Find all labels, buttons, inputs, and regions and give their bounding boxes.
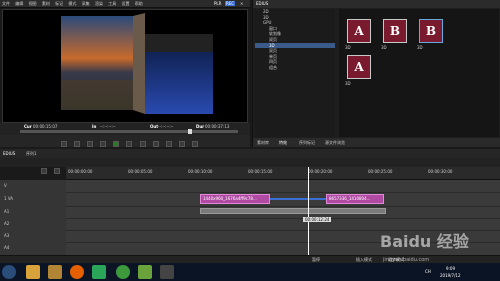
ruler-mark-0: 00:00:00:00 (68, 169, 93, 174)
audio-clip[interactable] (200, 208, 386, 214)
menu-help[interactable]: 帮助 (135, 1, 143, 6)
dur-timecode: 00:00:37:13 (205, 124, 230, 129)
export-button[interactable] (191, 141, 198, 147)
menu-tools[interactable]: 工具 (108, 1, 116, 6)
menu-file[interactable]: 文件 (2, 1, 10, 6)
rec-badge[interactable]: REC (225, 1, 236, 6)
scrub-handle[interactable] (188, 129, 192, 134)
prev-frame-button[interactable] (87, 141, 94, 147)
panel-tabs: 素材库 特效 序列标记 源文件浏览 (253, 138, 500, 147)
panel-title: EDIUS (256, 1, 269, 6)
loop-button[interactable] (152, 141, 159, 147)
fast-forward-button[interactable] (126, 141, 133, 147)
effect-thumb-c-label: 3D (417, 45, 423, 50)
undo-button[interactable] (41, 168, 47, 174)
playhead[interactable] (308, 167, 309, 255)
firefox-icon[interactable] (70, 265, 84, 279)
in-label: In (92, 124, 97, 129)
taskbar: 9:09 2019/7/12 CH (0, 263, 500, 281)
in-timecode: --:--:--:-- (100, 124, 116, 129)
plr-badge[interactable]: PLR (214, 1, 221, 6)
status-text: 暂停 (312, 257, 320, 262)
next-frame-button[interactable] (139, 141, 146, 147)
dur-label: Dur (196, 124, 205, 129)
insert-button[interactable] (165, 141, 172, 147)
effects-tree: 2D 3D GPU 窗口 软划像 双页 3D 双页 单页 四页 组合 (255, 9, 335, 137)
start-icon[interactable] (2, 265, 16, 279)
ruler-mark-4: 00:00:20:00 (308, 169, 333, 174)
ruler-mark-5: 00:00:25:00 (368, 169, 393, 174)
track-headers: V 1 VA A1 A2 A3 A4 (0, 180, 74, 262)
app-icon-3[interactable] (160, 265, 174, 279)
set-in-button[interactable] (61, 141, 67, 147)
scrub-bar[interactable] (20, 130, 238, 133)
timecode-tooltip: 00:00:12:24 (303, 217, 332, 222)
rewind-button[interactable] (100, 141, 107, 147)
transition-line[interactable] (270, 198, 326, 200)
taskbar-date: 2019/7/12 (440, 273, 461, 278)
tab-source-browser[interactable]: 源文件浏览 (325, 140, 345, 145)
menu-view[interactable]: 视图 (29, 1, 37, 6)
menu-items: 文件 编辑 视图 素材 标记 模式 采集 渲染 工具 设置 帮助 (2, 1, 147, 6)
ruler-mark-3: 00:00:15:00 (248, 169, 273, 174)
timecode-bar: Cur 00:00:15:07 In --:--:--:-- Out --:--… (0, 123, 250, 135)
transport-controls (0, 135, 250, 147)
out-timecode: --:--:--:-- (158, 124, 174, 129)
menu-mode[interactable]: 模式 (68, 1, 76, 6)
preview-image (61, 13, 213, 114)
effects-thumbnails: A 3D B 3D B 3D A 3D (339, 9, 499, 137)
edius-taskbar-icon[interactable] (138, 265, 152, 279)
cur-label: Cur (24, 124, 32, 129)
effect-thumb-a[interactable]: A (347, 19, 371, 43)
timeline-app-name: EDIUS (3, 151, 16, 156)
app-icon-1[interactable] (92, 265, 106, 279)
video-clip-2[interactable]: 8657336_1410804... (326, 194, 384, 204)
folder-icon[interactable] (48, 265, 62, 279)
watermark: Baidu 经验 (380, 232, 469, 251)
effect-thumb-d-label: 3D (345, 81, 351, 86)
menu-clip[interactable]: 素材 (42, 1, 50, 6)
play-button[interactable] (113, 141, 120, 147)
menu-marker[interactable]: 标记 (55, 1, 63, 6)
menu-edit[interactable]: 编辑 (15, 1, 23, 6)
effect-thumb-d[interactable]: A (347, 55, 371, 79)
menu-capture[interactable]: 采集 (82, 1, 90, 6)
ruler-mark-1: 00:00:05:00 (128, 169, 153, 174)
effect-thumb-b[interactable]: B (383, 19, 407, 43)
panel-header: EDIUS (253, 0, 500, 8)
close-icon[interactable]: ✕ (240, 1, 243, 6)
preview-monitor (2, 9, 248, 123)
taskbar-time: 9:09 (446, 266, 455, 271)
app-icon-2[interactable] (116, 265, 130, 279)
menu-settings[interactable]: 设置 (122, 1, 130, 6)
menu-render[interactable]: 渲染 (95, 1, 103, 6)
effects-panel: EDIUS 2D 3D GPU 窗口 软划像 双页 3D 双页 单页 四页 组合… (252, 0, 500, 147)
video-clip-1[interactable]: 1440x960_1676a4ff9c78... (200, 194, 270, 204)
tab-sequence-marker[interactable]: 序列标记 (299, 140, 315, 145)
cur-timecode: 00:00:15:07 (33, 124, 58, 129)
timeline-toolbar (0, 158, 500, 174)
ime-indicator[interactable]: CH (425, 269, 431, 274)
status-insert-mode: 插入模式 (356, 257, 372, 262)
sequence-name[interactable]: 序列1 (26, 151, 37, 156)
explorer-icon[interactable] (26, 265, 40, 279)
redo-button[interactable] (54, 168, 61, 174)
tab-bin[interactable]: 素材库 (257, 140, 269, 145)
out-label: Out (150, 124, 159, 129)
ruler-mark-6: 00:00:30:00 (428, 169, 453, 174)
effect-thumb-b-label: 3D (381, 45, 387, 50)
menu-bar: 文件 编辑 视图 素材 标记 模式 采集 渲染 工具 设置 帮助 PLR REC… (0, 0, 250, 8)
effect-thumb-a-label: 3D (345, 45, 351, 50)
ruler-mark-2: 00:00:10:00 (188, 169, 213, 174)
set-out-button[interactable] (74, 141, 81, 147)
timeline-ruler[interactable]: 00:00:00:00 00:00:05:00 00:00:10:00 00:0… (66, 167, 500, 180)
effect-thumb-c[interactable]: B (419, 19, 443, 43)
timeline-header: EDIUS 序列1 (0, 149, 500, 158)
overwrite-button[interactable] (178, 141, 185, 147)
tab-effects[interactable]: 特效 (279, 140, 287, 145)
